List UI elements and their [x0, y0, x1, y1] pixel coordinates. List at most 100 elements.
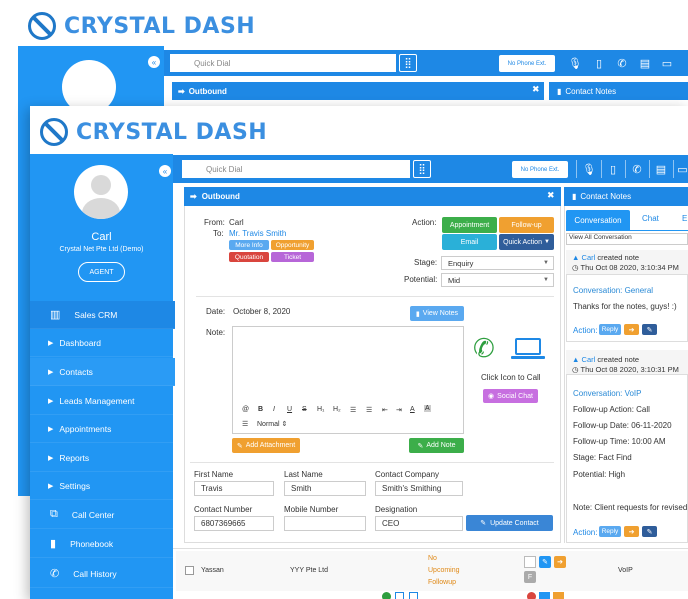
phone-circle-icon[interactable] — [382, 592, 391, 599]
sidebar-item-dashboard[interactable]: ▶ Dashboard — [30, 329, 175, 357]
laptop-icon[interactable] — [511, 338, 545, 360]
sidebar-item-sales-crm[interactable]: ▥ Sales CRM — [30, 301, 175, 329]
social-chat-label: Social Chat — [497, 392, 533, 400]
add-note-button[interactable]: ✎ Add Note — [409, 438, 464, 453]
highlight-icon[interactable]: A — [424, 405, 431, 412]
forward-icon[interactable] — [553, 592, 564, 599]
back-no-phone-button[interactable]: No Phone Ext. — [499, 55, 555, 72]
sidebar-item-contacts[interactable]: ▶ Contacts — [30, 358, 175, 386]
grid-icon[interactable] — [409, 592, 418, 599]
row-grid-icon[interactable] — [524, 556, 536, 568]
back-quick-dial-input[interactable]: Quick Dial — [170, 54, 396, 72]
ticket-tag[interactable]: Ticket — [271, 252, 314, 262]
action-label: Action: — [412, 218, 437, 227]
sidebar-item-call-history[interactable]: ✆ Call History — [30, 560, 175, 588]
tab-chat[interactable]: Chat — [642, 214, 659, 223]
indent-right-icon[interactable]: ⇥ — [396, 406, 402, 414]
back-close-icon[interactable]: ✖ — [532, 84, 540, 95]
edit-icon[interactable] — [539, 592, 550, 599]
add-attachment-button[interactable]: ✎ Add Attachment — [232, 438, 300, 453]
strike-icon[interactable]: S — [302, 406, 307, 413]
divider — [196, 296, 554, 297]
chat-icon[interactable]: ▭ — [677, 161, 688, 177]
social-chat-button[interactable]: ◉ Social Chat — [483, 389, 538, 403]
back-chat-icon[interactable]: ▭ — [660, 55, 674, 71]
sidebar-item-settings[interactable]: ▶ Settings — [30, 472, 175, 500]
tab-email[interactable]: E — [682, 214, 687, 223]
sidebar-item-leads-management[interactable]: ▶ Leads Management — [30, 387, 175, 415]
format-select[interactable]: Normal ⇕ — [257, 420, 287, 428]
first-name-field[interactable]: Travis — [194, 481, 274, 496]
back-phone-icon[interactable]: ✆ — [615, 55, 629, 71]
microphone-icon[interactable]: 🎙 — [582, 161, 596, 177]
avatar-body — [82, 198, 120, 219]
back-mic-icon[interactable]: 🎙 — [568, 55, 582, 71]
mention-icon[interactable]: @ — [242, 406, 249, 413]
email-button[interactable]: Email — [442, 234, 497, 250]
collapse-icon[interactable]: « — [159, 165, 171, 177]
text-color-icon[interactable]: A — [410, 406, 415, 413]
opportunity-tag[interactable]: Opportunity — [271, 240, 314, 250]
bold-icon[interactable]: B — [258, 406, 263, 413]
quotation-tag[interactable]: Quotation — [229, 252, 269, 262]
appointment-button[interactable]: Appointment — [442, 217, 497, 233]
italic-icon[interactable]: I — [273, 406, 275, 413]
quick-dial-input[interactable]: Quick Dial — [182, 160, 410, 178]
note-2-author: ▲ Carl created note — [572, 355, 639, 364]
edit-icon: ✎ — [417, 442, 424, 450]
note-2-reply-button[interactable]: Reply — [599, 526, 621, 537]
ordered-list-icon[interactable]: ☰ — [350, 406, 356, 414]
potential-select[interactable]: Mid ▼ — [441, 273, 554, 287]
phone-icon[interactable]: ✆ — [630, 161, 644, 177]
heading2-icon[interactable]: H₂ — [333, 406, 341, 413]
row-f-badge[interactable]: F — [524, 571, 536, 583]
indent-left-icon[interactable]: ⇤ — [382, 406, 388, 414]
grid-icon[interactable] — [395, 592, 404, 599]
quick-action-button[interactable]: Quick Action ▼ — [499, 234, 554, 250]
view-all-conversation-link[interactable]: View All Conversation — [566, 233, 688, 245]
note-2-author-name[interactable]: Carl — [582, 355, 596, 364]
sidebar-item-call-center[interactable]: ⧉ Call Center — [30, 501, 175, 529]
mobile-number-field[interactable] — [284, 516, 366, 531]
agent-badge[interactable]: AGENT — [78, 262, 125, 282]
sidebar-item-appointments[interactable]: ▶ Appointments — [30, 415, 175, 443]
row-checkbox[interactable] — [185, 566, 194, 575]
to-value-link[interactable]: Mr. Travis Smith — [229, 229, 286, 238]
note-1-edit-icon[interactable]: ✎ — [642, 324, 657, 335]
note-2-forward-icon[interactable]: ➔ — [624, 526, 639, 537]
more-info-tag[interactable]: More Info — [229, 240, 269, 250]
sep — [649, 160, 650, 178]
note-2-edit-icon[interactable]: ✎ — [642, 526, 657, 537]
note-1-reply-button[interactable]: Reply — [599, 324, 621, 335]
contact-number-field[interactable]: 6807369665 — [194, 516, 274, 531]
note-1-author-name[interactable]: Carl — [582, 253, 596, 262]
no-phone-ext-button[interactable]: No Phone Ext. — [512, 161, 568, 178]
view-notes-button[interactable]: ▮ View Notes — [410, 306, 464, 321]
sidebar-item-phonebook[interactable]: ▮ Phonebook — [30, 530, 175, 558]
last-name-field[interactable]: Smith — [284, 481, 366, 496]
designation-field[interactable]: CEO — [375, 516, 463, 531]
follow-up-button[interactable]: Follow-up — [499, 217, 554, 233]
back-book-icon[interactable]: ▤ — [638, 55, 652, 71]
bullet-list-icon[interactable]: ☰ — [366, 406, 372, 414]
mobile-icon[interactable]: ▯ — [606, 161, 620, 177]
close-icon[interactable]: ✖ — [547, 190, 555, 201]
contacts-book-icon[interactable]: ▤ — [654, 161, 668, 177]
back-dialpad-icon[interactable]: ⣿ — [399, 54, 417, 72]
stage-select[interactable]: Enquiry ▼ — [441, 256, 554, 270]
call-phone-icon[interactable]: ✆ — [473, 334, 499, 362]
align-icon[interactable]: ☰ — [242, 420, 248, 428]
caret-right-icon: ▶ — [48, 425, 54, 433]
row-forward-icon[interactable]: ➔ — [554, 556, 566, 568]
sidebar-item-reports[interactable]: ▶ Reports — [30, 444, 175, 472]
company-field[interactable]: Smith's Smithing — [375, 481, 463, 496]
row-edit-icon[interactable]: ✎ — [539, 556, 551, 568]
back-mobile-icon[interactable]: ▯ — [592, 55, 606, 71]
tab-conversation[interactable]: Conversation — [566, 210, 630, 230]
dialpad-icon[interactable]: ⣿ — [413, 160, 431, 178]
update-contact-button[interactable]: ✎ Update Contact — [466, 515, 553, 531]
note-1-forward-icon[interactable]: ➔ — [624, 324, 639, 335]
heading1-icon[interactable]: H₁ — [317, 406, 324, 413]
back-collapse-icon[interactable]: « — [148, 56, 160, 68]
underline-icon[interactable]: U — [287, 406, 292, 413]
